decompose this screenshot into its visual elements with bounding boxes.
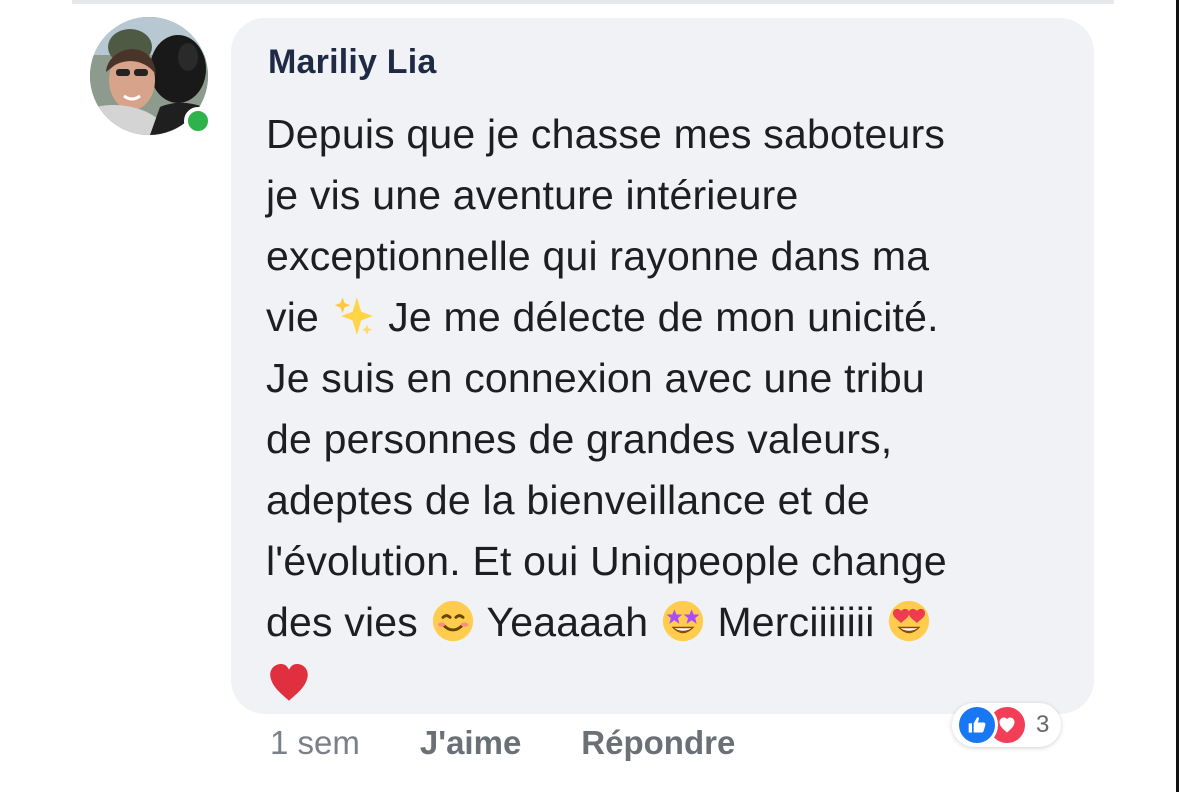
comment-author-name[interactable]: Mariliy Lia [268,43,436,82]
comment-line: je vis une aventure intérieure [266,172,799,218]
comment-line: Je suis en connexion avec une tribu [266,355,925,401]
profile-avatar[interactable] [90,17,212,137]
comment-line: exceptionnelle qui rayonne dans ma [266,233,930,279]
comment-timestamp[interactable]: 1 sem [270,724,360,762]
comment-line: adeptes de la bienveillance et de [266,477,870,523]
like-button[interactable]: J'aime [420,724,521,762]
top-divider [72,0,1114,4]
comment-line: de personnes de grandes valeurs, [266,416,893,462]
comment-line: Depuis que je chasse mes saboteurs [266,111,946,157]
comment-line: des vies [266,599,430,645]
sparkles-emoji [331,294,377,340]
smiling-face-emoji [430,599,476,645]
comment-text: Depuis que je chasse mes saboteurs je vi… [266,104,1076,714]
comment-meta: 1 sem J'aime Répondre [270,724,735,762]
online-status-indicator [184,107,212,135]
star-struck-emoji [660,599,706,645]
comment-bubble: Mariliy Lia Depuis que je chasse mes sab… [231,18,1094,714]
comment-line: Yeaaaah [475,599,660,645]
reaction-summary[interactable]: 3 [952,703,1062,747]
comment-line: Je me délecte de mon unicité. [376,294,939,340]
red-heart-emoji [266,660,312,706]
heart-eyes-emoji [886,599,932,645]
comment-line: l'évolution. Et oui Uniqpeople change [266,538,947,584]
like-icon [956,704,998,746]
reaction-count: 3 [1036,711,1050,738]
comment-line: Merciiiiiii [705,599,887,645]
reply-button[interactable]: Répondre [581,724,735,762]
comment-line: vie [266,294,331,340]
